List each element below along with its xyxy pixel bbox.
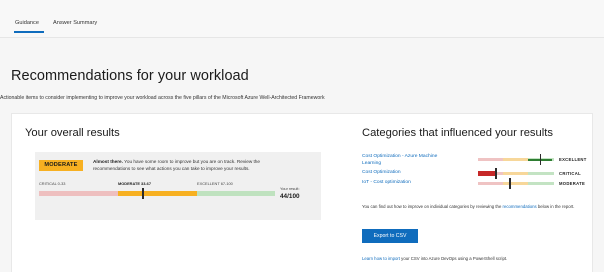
status-badge: MODERATE: [39, 160, 83, 171]
categories-note-post: below in the report.: [536, 204, 575, 209]
scale-label-excellent: EXCELLENT 67-100: [197, 181, 233, 186]
recommendations-link[interactable]: recommendations: [503, 204, 537, 209]
your-result-value: 44/100: [280, 193, 300, 200]
category-status: EXCELLENT: [559, 157, 587, 162]
results-summary: Almost there. You have some room to impr…: [93, 158, 298, 172]
category-bar-marker: [539, 154, 542, 165]
score-segment-critical: [39, 191, 118, 196]
category-bar-critical: [478, 182, 503, 185]
category-link-cost-azure-ml[interactable]: Cost Optimization - Azure Machine: [362, 154, 437, 159]
summary-lead: Almost there.: [93, 159, 123, 164]
tab-bar: Guidance Answer Summary: [0, 0, 604, 38]
score-marker: [142, 188, 144, 199]
score-segment-excellent: [197, 191, 275, 196]
tab-guidance[interactable]: Guidance: [15, 20, 39, 26]
category-link-cost-azure-ml-cont[interactable]: Learning: [362, 161, 381, 166]
export-csv-button[interactable]: Export to CSV: [362, 229, 418, 243]
tab-answer-summary[interactable]: Answer Summary: [53, 20, 97, 26]
overall-results-box: MODERATE Almost there. You have some roo…: [35, 152, 321, 220]
category-bar-moderate: [503, 182, 528, 185]
categories-note: You can find out how to improve on indiv…: [362, 204, 582, 211]
category-bar: [478, 154, 554, 165]
category-bar-moderate: [503, 158, 528, 161]
import-note-rest: your CSV into Azure DevOps using a Power…: [399, 256, 508, 261]
page-subtitle: Actionable items to consider implementin…: [0, 95, 325, 101]
active-tab-indicator: [14, 31, 44, 33]
category-link-cost-optimization[interactable]: Cost Optimization: [362, 170, 401, 175]
category-link-iot-cost[interactable]: IoT - Cost optimization: [362, 180, 411, 185]
results-card: Your overall results MODERATE Almost the…: [11, 113, 593, 272]
category-status: CRITICAL: [559, 171, 581, 176]
overall-results-title: Your overall results: [25, 127, 120, 139]
category-bar-critical: [478, 158, 503, 161]
import-help-link[interactable]: Learn how to import: [362, 256, 400, 261]
score-bar: [39, 188, 275, 199]
categories-note-pre: You can find out how to improve on indiv…: [362, 204, 503, 209]
category-status: MODERATE: [559, 181, 586, 186]
category-bar: [478, 168, 554, 179]
import-note: Learn how to import your CSV into Azure …: [362, 256, 507, 261]
your-result-label: Your result:: [280, 186, 300, 191]
categories-title: Categories that influenced your results: [362, 127, 553, 139]
category-bar: [478, 178, 554, 189]
scale-label-critical: CRITICAL 0-33: [39, 181, 66, 186]
score-segment-moderate: [118, 191, 197, 196]
category-bar-fill: [478, 171, 497, 176]
category-bar-moderate: [503, 172, 528, 175]
category-bar-excellent: [528, 182, 554, 185]
category-bar-excellent: [528, 172, 554, 175]
scale-label-moderate: MODERATE 33-67: [118, 181, 152, 186]
page-title: Recommendations for your workload: [11, 68, 249, 84]
category-bar-marker: [509, 178, 511, 189]
category-bar-marker: [495, 168, 498, 179]
